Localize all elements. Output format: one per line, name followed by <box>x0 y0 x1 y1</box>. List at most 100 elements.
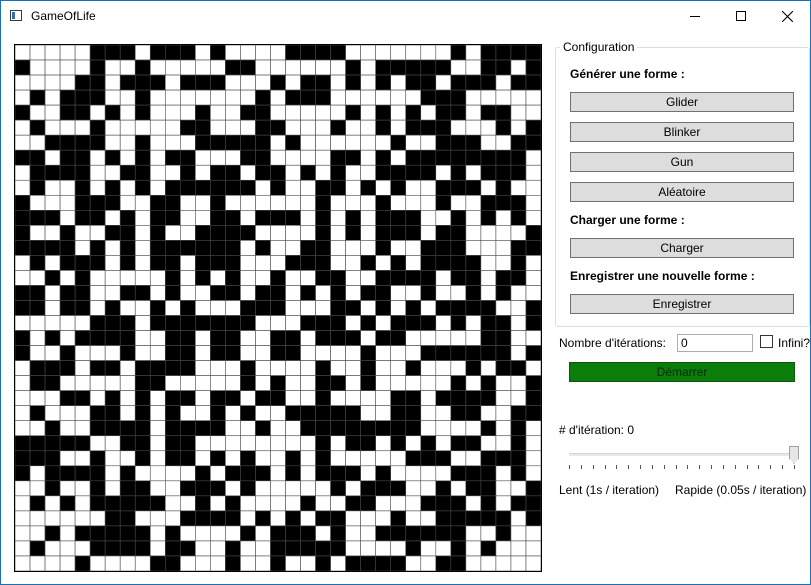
cell-dead[interactable] <box>375 390 392 406</box>
cell-alive[interactable] <box>270 375 286 391</box>
cell-dead[interactable] <box>315 300 331 316</box>
cell-alive[interactable] <box>225 134 241 151</box>
cell-alive[interactable] <box>15 210 31 226</box>
cell-alive[interactable] <box>480 210 497 226</box>
cell-dead[interactable] <box>345 285 361 301</box>
cell-alive[interactable] <box>195 315 211 331</box>
cell-alive[interactable] <box>495 510 512 527</box>
cell-alive[interactable] <box>480 495 497 512</box>
cell-dead[interactable] <box>195 45 211 61</box>
cell-alive[interactable] <box>360 179 376 196</box>
cell-dead[interactable] <box>119 405 136 422</box>
cell-dead[interactable] <box>465 315 482 331</box>
cell-dead[interactable] <box>164 510 181 527</box>
cell-alive[interactable] <box>450 405 467 422</box>
cell-dead[interactable] <box>240 194 256 211</box>
cell-dead[interactable] <box>15 119 31 136</box>
cell-dead[interactable] <box>255 45 271 61</box>
cell-alive[interactable] <box>330 510 346 527</box>
cell-dead[interactable] <box>345 164 361 181</box>
cell-alive[interactable] <box>59 164 76 181</box>
cell-alive[interactable] <box>44 330 61 346</box>
cell-dead[interactable] <box>390 194 407 211</box>
cell-alive[interactable] <box>74 104 91 121</box>
cell-dead[interactable] <box>465 450 482 467</box>
cell-alive[interactable] <box>15 285 31 301</box>
cell-dead[interactable] <box>104 134 121 151</box>
cell-alive[interactable] <box>134 420 151 437</box>
cell-dead[interactable] <box>29 345 46 361</box>
cell-dead[interactable] <box>360 240 376 256</box>
cell-alive[interactable] <box>375 59 392 76</box>
cell-alive[interactable] <box>119 45 136 61</box>
cell-dead[interactable] <box>510 375 527 391</box>
cell-dead[interactable] <box>89 164 106 181</box>
cell-alive[interactable] <box>89 420 106 437</box>
cell-dead[interactable] <box>15 270 31 286</box>
cell-dead[interactable] <box>270 495 286 512</box>
cell-alive[interactable] <box>315 315 331 331</box>
cell-alive[interactable] <box>510 149 527 166</box>
cell-alive[interactable] <box>164 390 181 406</box>
gun-button[interactable]: Gun <box>570 152 794 172</box>
cell-alive[interactable] <box>180 360 196 376</box>
cell-dead[interactable] <box>44 495 61 512</box>
cell-alive[interactable] <box>134 495 151 512</box>
cell-dead[interactable] <box>164 495 181 512</box>
cell-alive[interactable] <box>149 74 166 91</box>
cell-alive[interactable] <box>360 345 376 361</box>
cell-alive[interactable] <box>195 119 211 136</box>
blinker-button[interactable]: Blinker <box>570 122 794 142</box>
cell-alive[interactable] <box>74 300 91 316</box>
cell-alive[interactable] <box>255 300 271 316</box>
cell-alive[interactable] <box>435 59 452 76</box>
cell-dead[interactable] <box>375 179 392 196</box>
cell-dead[interactable] <box>240 119 256 136</box>
cell-dead[interactable] <box>29 330 46 346</box>
cell-dead[interactable] <box>44 179 61 196</box>
cell-alive[interactable] <box>210 450 226 467</box>
cell-dead[interactable] <box>495 390 512 406</box>
cell-alive[interactable] <box>450 104 467 121</box>
cell-dead[interactable] <box>225 375 241 391</box>
cell-dead[interactable] <box>390 89 407 106</box>
cell-dead[interactable] <box>465 555 482 571</box>
cell-alive[interactable] <box>134 360 151 376</box>
cell-alive[interactable] <box>270 179 286 196</box>
cell-dead[interactable] <box>180 134 196 151</box>
cell-alive[interactable] <box>44 134 61 151</box>
cell-alive[interactable] <box>525 300 541 316</box>
cell-dead[interactable] <box>44 540 61 557</box>
cell-alive[interactable] <box>285 255 301 271</box>
cell-alive[interactable] <box>480 74 497 91</box>
cell-dead[interactable] <box>89 149 106 166</box>
cell-alive[interactable] <box>89 540 106 557</box>
cell-dead[interactable] <box>15 45 31 61</box>
cell-alive[interactable] <box>134 104 151 121</box>
cell-dead[interactable] <box>74 59 91 76</box>
cell-alive[interactable] <box>270 119 286 136</box>
cell-alive[interactable] <box>104 194 121 211</box>
life-grid-canvas[interactable] <box>15 45 541 571</box>
cell-dead[interactable] <box>134 510 151 527</box>
cell-dead[interactable] <box>225 420 241 437</box>
cell-dead[interactable] <box>300 179 316 196</box>
cell-alive[interactable] <box>134 285 151 301</box>
cell-alive[interactable] <box>104 525 121 542</box>
cell-alive[interactable] <box>104 495 121 512</box>
cell-alive[interactable] <box>15 300 31 316</box>
life-grid[interactable] <box>14 44 542 572</box>
cell-dead[interactable] <box>300 119 316 136</box>
cell-dead[interactable] <box>345 480 361 497</box>
cell-alive[interactable] <box>375 104 392 121</box>
cell-alive[interactable] <box>375 300 392 316</box>
cell-alive[interactable] <box>495 164 512 181</box>
cell-alive[interactable] <box>405 104 422 121</box>
cell-alive[interactable] <box>149 315 166 331</box>
cell-alive[interactable] <box>104 510 121 527</box>
cell-dead[interactable] <box>119 179 136 196</box>
cell-alive[interactable] <box>89 405 106 422</box>
cell-alive[interactable] <box>164 194 181 211</box>
cell-alive[interactable] <box>480 59 497 76</box>
cell-alive[interactable] <box>164 285 181 301</box>
